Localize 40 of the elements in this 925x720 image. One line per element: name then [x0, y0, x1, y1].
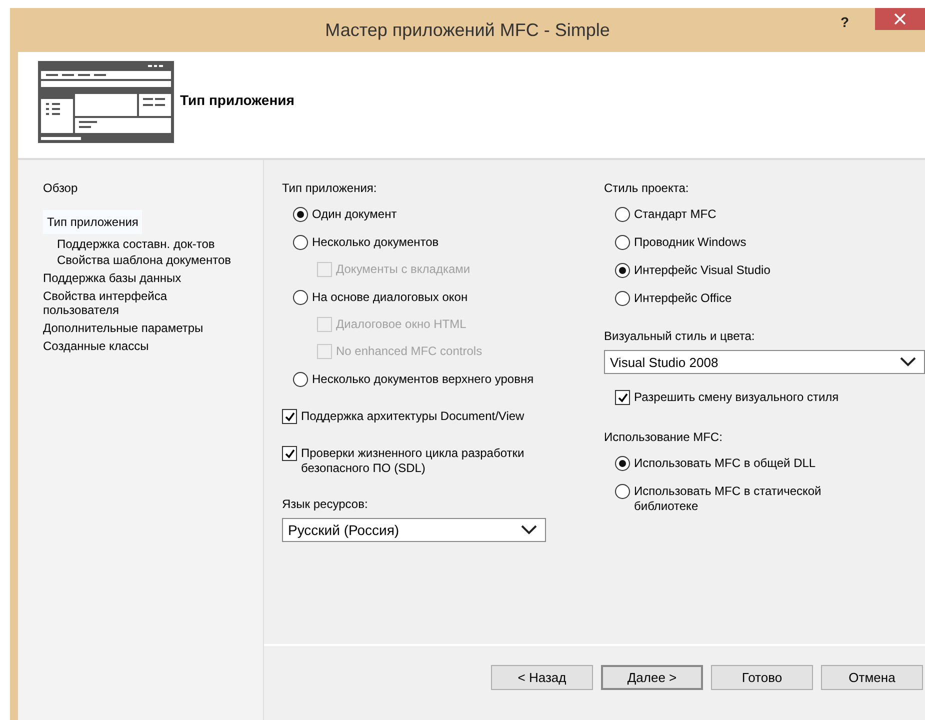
radio-option[interactable]: Проводник Windows	[615, 235, 925, 250]
section-label: Стиль проекта:	[604, 180, 690, 196]
sidebar-item[interactable]: Свойства интерфейса пользователя	[18, 288, 216, 318]
chevron-down-icon	[900, 357, 916, 367]
wizard-button[interactable]: Далее >	[601, 664, 703, 690]
checkbox-option[interactable]: Проверки жизненного цикла разработки безопасного ПО (SDL)	[282, 446, 604, 476]
radio-option[interactable]: Интерфейс Visual Studio	[615, 263, 925, 278]
radio-option[interactable]: Использовать MFC в статической библиотеке	[615, 484, 925, 514]
close-button[interactable]	[875, 8, 925, 30]
section-label: Визуальный стиль и цвета:	[604, 328, 756, 344]
window-title: Мастер приложений MFC - Simple	[325, 20, 610, 40]
checkbox-option[interactable]: Поддержка архитектуры Document/View	[282, 409, 604, 424]
sidebar-item[interactable]: Дополнительные параметры	[18, 320, 206, 336]
sidebar-item[interactable]: Свойства шаблона документов	[18, 252, 240, 268]
radio-option[interactable]: Несколько документов верхнего уровня	[293, 372, 604, 387]
sidebar-item[interactable]: Поддержка базы данных	[18, 270, 184, 286]
sidebar-item[interactable]: Созданные классы	[18, 338, 152, 354]
help-button[interactable]: ?	[834, 12, 855, 32]
radio-option[interactable]: Стандарт MFC	[615, 207, 925, 222]
wizard-button[interactable]: Отмена	[821, 664, 923, 690]
radio-option[interactable]: Интерфейс Office	[615, 291, 925, 306]
sidebar-item[interactable]: Поддержка составн. док-тов	[18, 236, 240, 252]
visual-style-dropdown[interactable]: Visual Studio 2008	[604, 350, 925, 374]
radio-option[interactable]: Несколько документов	[293, 235, 604, 250]
section-label: Тип приложения:	[282, 180, 378, 196]
checkbox-option[interactable]: Разрешить смену визуального стиля	[604, 390, 925, 405]
radio-option[interactable]: Использовать MFC в общей DLL	[615, 456, 925, 471]
radio-option[interactable]: На основе диалоговых окон	[293, 290, 604, 305]
chevron-down-icon	[521, 525, 537, 535]
page-title: Тип приложения	[180, 92, 294, 108]
sidebar-item[interactable]: Тип приложения	[43, 210, 142, 234]
close-icon	[894, 13, 906, 25]
radio-option[interactable]: Один документ	[293, 207, 604, 222]
window-layout-icon	[38, 61, 174, 143]
section-label: Язык ресурсов:	[282, 496, 369, 512]
section-label: Использование MFC:	[604, 429, 724, 445]
sidebar-item[interactable]: Обзор	[18, 180, 81, 196]
language-dropdown[interactable]: Русский (Россия)	[282, 518, 546, 542]
wizard-button[interactable]: Готово	[711, 664, 813, 690]
wizard-button[interactable]: < Назад	[491, 664, 593, 690]
